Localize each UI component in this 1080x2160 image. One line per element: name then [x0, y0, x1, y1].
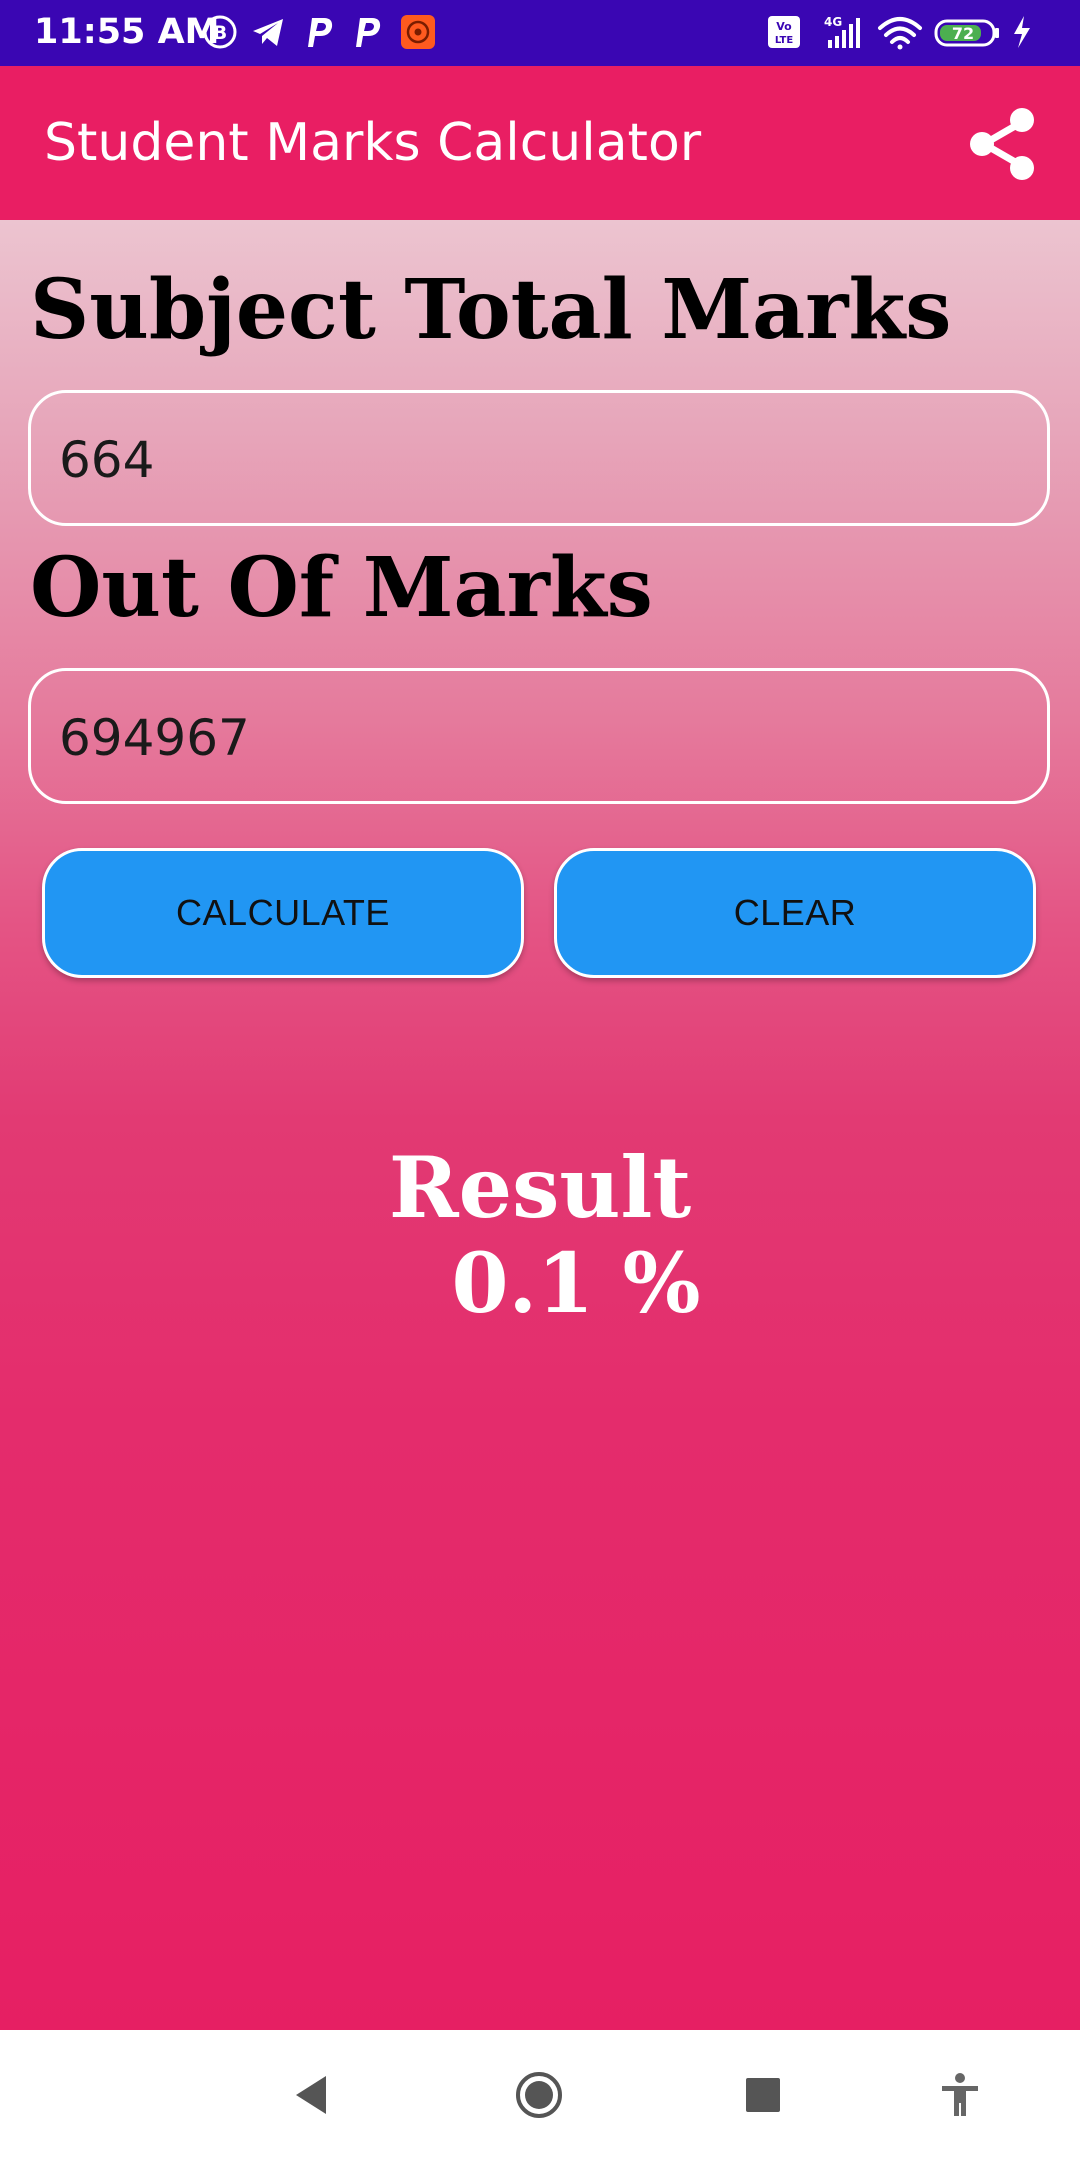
status-right-icons: Vo LTE 4G 72	[768, 15, 1030, 50]
out-of-marks-field[interactable]: 694967	[28, 668, 1050, 804]
out-of-marks-label: Out Of Marks	[30, 540, 653, 636]
battery-icon: 72	[934, 19, 999, 47]
subject-total-field[interactable]: 664	[28, 390, 1050, 526]
p-icon	[356, 18, 381, 47]
svg-text:72: 72	[952, 24, 974, 43]
subject-total-label: Subject Total Marks	[30, 262, 952, 358]
calculate-button[interactable]: CALCULATE	[42, 848, 524, 978]
result-label: Result	[388, 1138, 692, 1237]
svg-text:B: B	[213, 22, 227, 44]
svg-text:LTE: LTE	[775, 35, 794, 46]
status-time: 11:55 AM	[34, 12, 220, 52]
app-bar: Student Marks Calculator	[0, 66, 1080, 220]
out-of-marks-value: 694967	[59, 709, 250, 767]
b-circle-icon: B	[203, 15, 237, 49]
result-value: 0.1 %	[451, 1236, 701, 1332]
charging-icon	[1014, 16, 1030, 48]
4g-signal-icon: 4G	[824, 15, 860, 48]
telegram-icon	[253, 19, 283, 46]
app-notification-icon	[401, 15, 435, 49]
volte-icon: Vo LTE	[768, 16, 800, 48]
home-icon[interactable]	[514, 2070, 564, 2120]
recents-icon[interactable]	[738, 2070, 788, 2120]
wifi-icon	[878, 17, 922, 50]
svg-text:4G: 4G	[824, 15, 842, 29]
clear-button[interactable]: CLEAR	[554, 848, 1036, 978]
accessibility-icon[interactable]	[935, 2070, 985, 2120]
navigation-bar	[0, 2030, 1080, 2160]
app-title: Student Marks Calculator	[44, 113, 702, 173]
subject-total-value: 664	[59, 431, 155, 489]
svg-text:Vo: Vo	[776, 20, 792, 33]
share-icon[interactable]	[964, 104, 1044, 184]
p-icon	[308, 18, 333, 47]
status-bar: 11:55 AM B Vo LTE 4G 72	[0, 0, 1080, 66]
back-icon[interactable]	[288, 2070, 338, 2120]
main-content: Subject Total Marks 664 Out Of Marks 694…	[0, 220, 1080, 2030]
